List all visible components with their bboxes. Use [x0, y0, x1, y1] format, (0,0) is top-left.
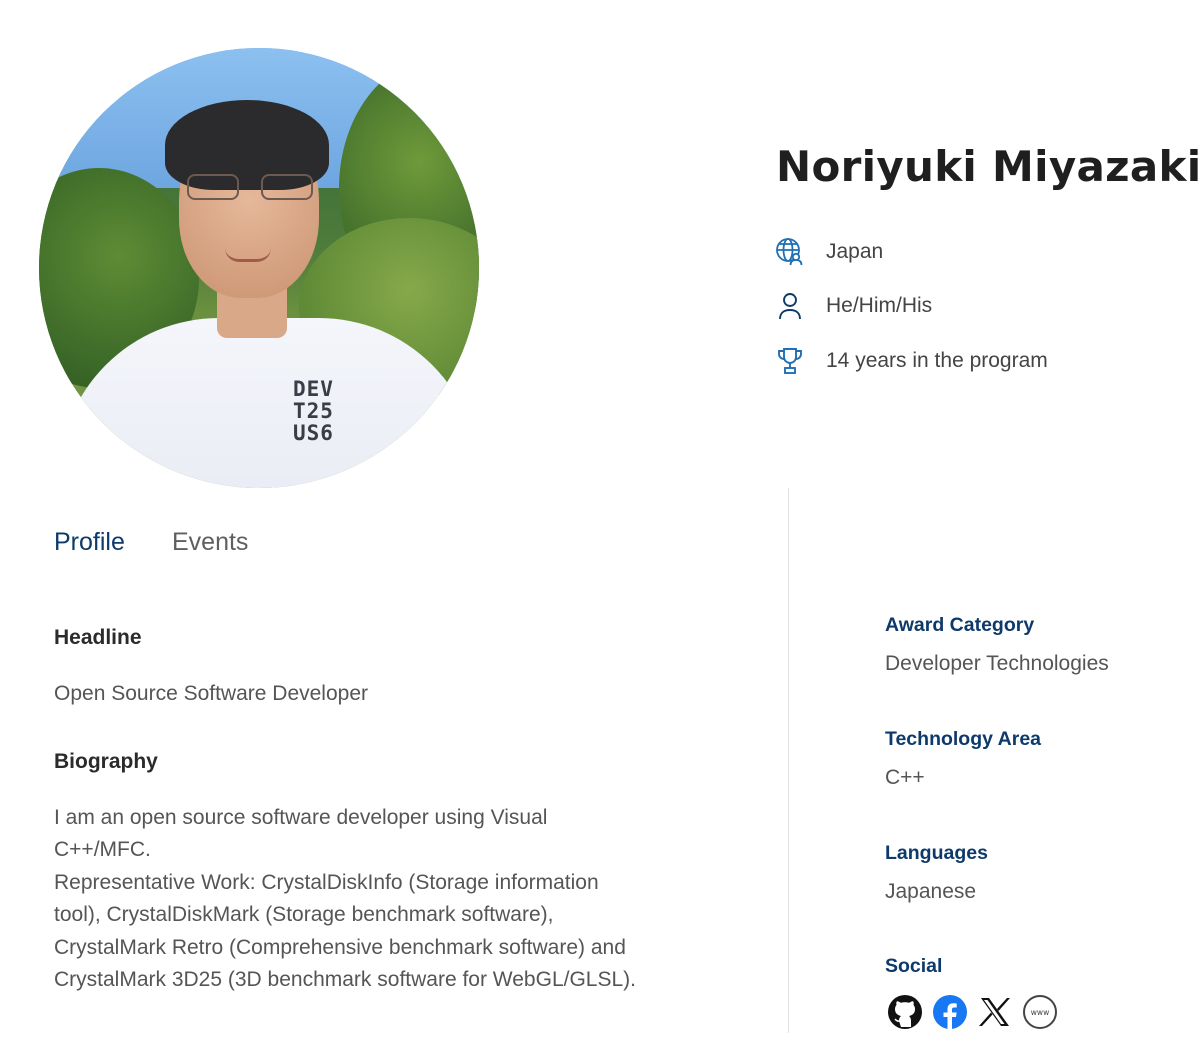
- column-divider: [788, 488, 789, 1033]
- meta-pronouns: He/Him/His: [774, 290, 932, 322]
- meta-pronouns-text: He/Him/His: [826, 294, 933, 317]
- person-icon: [774, 290, 806, 322]
- globe-person-icon: [774, 236, 806, 268]
- biography-line: Representative Work: CrystalDiskInfo (St…: [54, 870, 599, 894]
- award-category-value: Developer Technologies: [885, 652, 1109, 675]
- profile-name: Noriyuki Miyazaki: [776, 142, 1200, 191]
- meta-location-text: Japan: [826, 240, 884, 263]
- biography-line: I am an open source software developer u…: [54, 806, 548, 829]
- website-icon[interactable]: www: [1022, 994, 1058, 1030]
- languages-value: Japanese: [885, 880, 977, 903]
- technology-area-value: C++: [885, 766, 925, 789]
- website-icon-text: www: [1031, 1008, 1049, 1017]
- tab-profile[interactable]: Profile: [54, 528, 125, 557]
- meta-tenure: 14 years in the program: [774, 345, 1048, 377]
- trophy-icon: [774, 345, 806, 377]
- social-title: Social: [885, 955, 943, 977]
- headline-title: Headline: [54, 626, 142, 649]
- biography-line: C++/MFC.: [54, 838, 151, 862]
- biography-title: Biography: [54, 750, 158, 773]
- biography-line: CrystalMark 3D25 (3D benchmark software …: [54, 968, 636, 992]
- headline-text: Open Source Software Developer: [54, 682, 369, 705]
- languages-title: Languages: [885, 842, 988, 864]
- biography-text: I am an open source software developer u…: [54, 802, 714, 996]
- tab-events[interactable]: Events: [172, 528, 248, 557]
- technology-area-title: Technology Area: [885, 728, 1042, 750]
- github-icon[interactable]: [887, 994, 923, 1030]
- meta-location: Japan: [774, 236, 883, 268]
- x-icon[interactable]: [977, 994, 1013, 1030]
- profile-photo: DEV T25 US6: [39, 48, 479, 488]
- biography-line: tool), CrystalDiskMark (Storage benchmar…: [54, 903, 554, 927]
- shirt-print: DEV T25 US6: [293, 377, 334, 445]
- facebook-icon[interactable]: [932, 994, 968, 1030]
- award-category-title: Award Category: [885, 614, 1035, 636]
- meta-tenure-text: 14 years in the program: [826, 349, 1048, 372]
- social-links: www: [887, 994, 1058, 1030]
- biography-line: CrystalMark Retro (Comprehensive benchma…: [54, 935, 626, 959]
